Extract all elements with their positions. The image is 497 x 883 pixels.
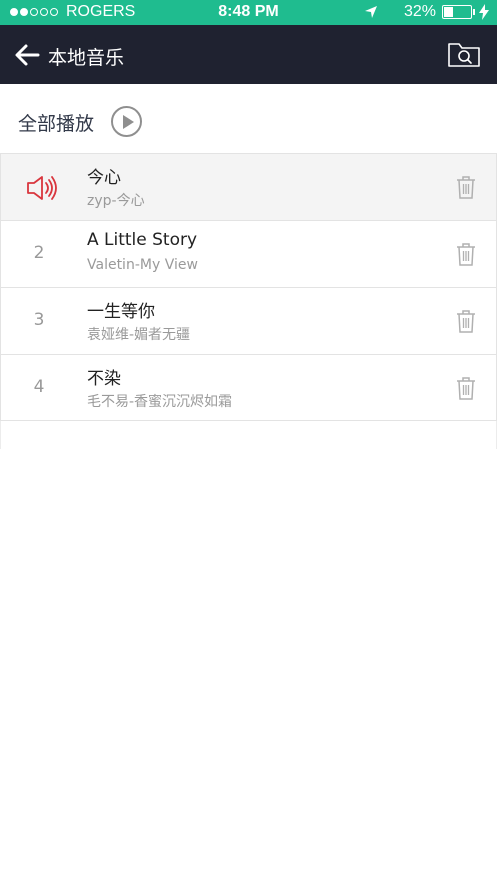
status-bar: ROGERS 8:48 PM 32% [0,0,497,25]
list-footer [0,421,497,449]
battery-icon [442,5,472,19]
song-title: A Little Story [87,230,198,250]
trash-icon[interactable] [456,242,476,266]
page-title: 本地音乐 [48,47,125,69]
battery-area: 32% [364,3,489,21]
play-all-button[interactable] [111,106,142,137]
location-arrow-icon [364,6,377,18]
trash-icon[interactable] [456,175,476,199]
track-number: 4 [33,377,45,397]
song-title: 不染 [87,369,121,389]
folder-search-icon[interactable] [447,39,481,69]
song-row[interactable]: 今心 zyp-今心 [0,153,497,220]
trash-icon[interactable] [456,309,476,333]
track-number: 2 [33,243,45,263]
play-all-label[interactable]: 全部播放 [18,109,94,136]
song-row[interactable]: 2 A Little Story Valetin-My View [0,220,497,287]
song-row[interactable]: 4 不染毛不易-香蜜沉沉烬如霜 [0,354,497,421]
song-artist-album: Valetin-My View [87,257,198,273]
song-artist-album: zyp-今心 [87,193,145,209]
play-all-bar: 全部播放 [0,84,497,153]
trash-icon[interactable] [456,376,476,400]
song-title: 今心 [87,168,121,188]
song-row[interactable]: 3 一生等你袁娅维-媚者无疆 [0,287,497,354]
now-playing-speaker-icon [27,176,57,200]
track-number: 3 [33,310,45,330]
play-icon [123,115,134,129]
navigation-bar: 本地音乐 [0,25,497,84]
battery-percent: 32% [403,3,436,20]
song-list: 今心 zyp-今心 2 A Little Story Valetin-My View 3 一… [0,153,497,421]
back-arrow-icon[interactable] [12,40,42,70]
song-artist-album: 袁娅维-媚者无疆 [87,327,191,343]
song-artist-album: 毛不易-香蜜沉沉烬如霜 [87,394,233,410]
bolt-icon [479,4,489,20]
song-title: 一生等你 [87,302,155,322]
